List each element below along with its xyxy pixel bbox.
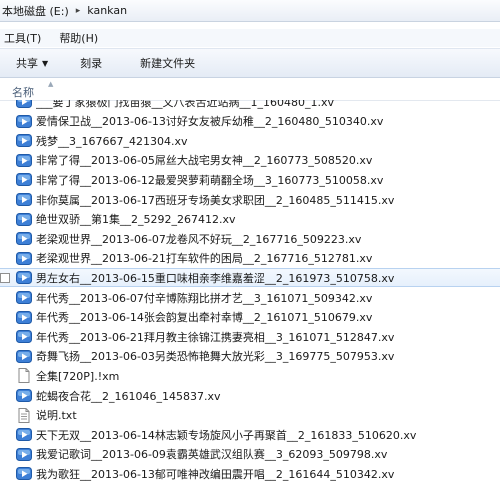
file-list[interactable]: ___要丁家猿极门找苗猿__文八表舌近站病__1_160480_1.xv 爱情保卫… <box>0 100 500 496</box>
video-file-icon <box>16 133 32 148</box>
share-button[interactable]: 共享 ▼ <box>10 53 54 73</box>
video-file-icon <box>16 310 32 325</box>
video-file-icon <box>16 192 32 207</box>
video-file-icon <box>16 251 32 266</box>
video-file-icon <box>16 153 32 168</box>
video-file-icon <box>16 114 32 129</box>
file-row[interactable]: 我为歌狂__2013-06-13郁可唯神改编田震开唱__2_161644_510… <box>0 464 500 483</box>
breadcrumb-separator-icon[interactable]: ▸ <box>76 6 81 16</box>
file-name: 非常了得__2013-06-12最爱哭萝莉萌翻全场__3_160773_5100… <box>36 173 384 187</box>
file-row[interactable]: 年代秀__2013-06-14张会韵复出牵衬幸博__2_161071_51067… <box>0 308 500 327</box>
file-row[interactable]: 说明.txt <box>0 406 500 425</box>
video-file-icon <box>16 349 32 364</box>
video-file-icon <box>16 427 32 442</box>
file-name: 我为歌狂__2013-06-13郁可唯神改编田震开唱__2_161644_510… <box>36 467 395 481</box>
column-header-name[interactable]: ▲ 名称 <box>0 80 500 101</box>
file-name: 绝世双骄__第1集__2_5292_267412.xv <box>36 213 236 227</box>
file-row[interactable]: 年代秀__2013-06-21拜月教主徐锦江携妻亮相__3_161071_512… <box>0 327 500 346</box>
file-row[interactable]: 男左女右__2013-06-15重口味相亲李维嘉羞涩__2_161973_510… <box>0 268 500 288</box>
video-file-icon <box>16 270 32 285</box>
file-row[interactable]: 非常了得__2013-06-12最爱哭萝莉萌翻全场__3_160773_5100… <box>0 170 500 189</box>
text-file-icon <box>16 407 32 423</box>
breadcrumb-drive[interactable]: 本地磁盘 (E:) <box>2 3 69 19</box>
file-name: 年代秀__2013-06-21拜月教主徐锦江携妻亮相__3_161071_512… <box>36 330 395 344</box>
file-row[interactable]: 奇舞飞扬__2013-06-03另类恐怖艳舞大放光彩__3_169775_507… <box>0 347 500 366</box>
file-name: 说明.txt <box>36 409 77 423</box>
file-name: 男左女右__2013-06-15重口味相亲李维嘉羞涩__2_161973_510… <box>36 271 395 285</box>
video-file-icon <box>16 172 32 187</box>
file-name: 我爱记歌词__2013-06-09袁霸英雄武汉组队赛__3_62093_5097… <box>36 448 388 462</box>
video-file-icon <box>16 231 32 246</box>
menu-bar: 工具(T) 帮助(H) <box>0 29 500 47</box>
chevron-down-icon: ▼ <box>42 58 49 68</box>
file-name: 天下无双__2013-06-14林志颖专场旋风小子再聚首__2_161833_5… <box>36 428 417 442</box>
column-header-label: 名称 <box>12 86 34 99</box>
file-name: 残梦__3_167667_421304.xv <box>36 134 188 148</box>
file-row[interactable]: 天下无双__2013-06-14林志颖专场旋风小子再聚首__2_161833_5… <box>0 425 500 444</box>
menu-tools[interactable]: 工具(T) <box>4 30 41 46</box>
row-checkbox[interactable] <box>0 272 10 283</box>
file-name: 老梁观世界__2013-06-07龙卷风不好玩__2_167716_509223… <box>36 232 362 246</box>
file-name: 蛇蝎夜合花__2_161046_145837.xv <box>36 389 221 403</box>
burn-button[interactable]: 刻录 <box>74 53 108 73</box>
file-name: 非常了得__2013-06-05屌丝大战宅男女神__2_160773_50852… <box>36 154 373 168</box>
file-row[interactable]: ___要丁家猿极门找苗猿__文八表舌近站病__1_160480_1.xv <box>0 100 500 111</box>
file-name: 全集[720P].!xm <box>36 369 120 383</box>
command-toolbar: 共享 ▼ 刻录 新建文件夹 <box>0 48 500 78</box>
file-row[interactable]: 爱情保卫战__2013-06-13讨好女友被斥幼稚__2_160480_5103… <box>0 112 500 131</box>
file-row[interactable]: 残梦__3_167667_421304.xv <box>0 131 500 150</box>
video-file-icon <box>16 212 32 227</box>
file-row[interactable]: 非常了得__2013-06-05屌丝大战宅男女神__2_160773_50852… <box>0 151 500 170</box>
video-file-icon <box>16 466 32 481</box>
video-file-icon <box>16 100 32 109</box>
file-row[interactable]: 蛇蝎夜合花__2_161046_145837.xv <box>0 386 500 405</box>
file-row[interactable]: 老梁观世界__2013-06-21打车软件的困局__2_167716_51278… <box>0 249 500 268</box>
file-name: 年代秀__2013-06-07付辛博陈翔比拼才艺__3_161071_50934… <box>36 291 373 305</box>
file-row[interactable]: 全集[720P].!xm <box>0 366 500 385</box>
sort-ascending-icon: ▲ <box>48 80 54 88</box>
video-file-icon <box>16 290 32 305</box>
file-row[interactable]: 我爱记歌词__2013-06-09袁霸英雄武汉组队赛__3_62093_5097… <box>0 445 500 464</box>
file-name: ___要丁家猿极门找苗猿__文八表舌近站病__1_160480_1.xv <box>36 100 335 109</box>
share-label: 共享 <box>16 57 38 70</box>
blank-file-icon <box>16 368 32 384</box>
file-row[interactable]: 绝世双骄__第1集__2_5292_267412.xv <box>0 210 500 229</box>
file-name: 奇舞飞扬__2013-06-03另类恐怖艳舞大放光彩__3_169775_507… <box>36 350 395 364</box>
address-bar[interactable]: 本地磁盘 (E:) ▸ kankan <box>0 0 500 22</box>
breadcrumb-folder[interactable]: kankan <box>87 4 127 17</box>
video-file-icon <box>16 388 32 403</box>
new-folder-button[interactable]: 新建文件夹 <box>134 53 201 73</box>
video-file-icon <box>16 447 32 462</box>
video-file-icon <box>16 329 32 344</box>
file-name: 爱情保卫战__2013-06-13讨好女友被斥幼稚__2_160480_5103… <box>36 115 384 129</box>
file-row[interactable]: 非你莫属__2013-06-17西班牙专场美女求职团__2_160485_511… <box>0 190 500 209</box>
file-name: 老梁观世界__2013-06-21打车软件的困局__2_167716_51278… <box>36 252 373 266</box>
file-row[interactable]: 年代秀__2013-06-07付辛博陈翔比拼才艺__3_161071_50934… <box>0 288 500 307</box>
menu-help[interactable]: 帮助(H) <box>59 30 98 46</box>
file-name: 非你莫属__2013-06-17西班牙专场美女求职团__2_160485_511… <box>36 193 395 207</box>
file-name: 年代秀__2013-06-14张会韵复出牵衬幸博__2_161071_51067… <box>36 311 373 325</box>
file-row[interactable]: 老梁观世界__2013-06-07龙卷风不好玩__2_167716_509223… <box>0 229 500 248</box>
